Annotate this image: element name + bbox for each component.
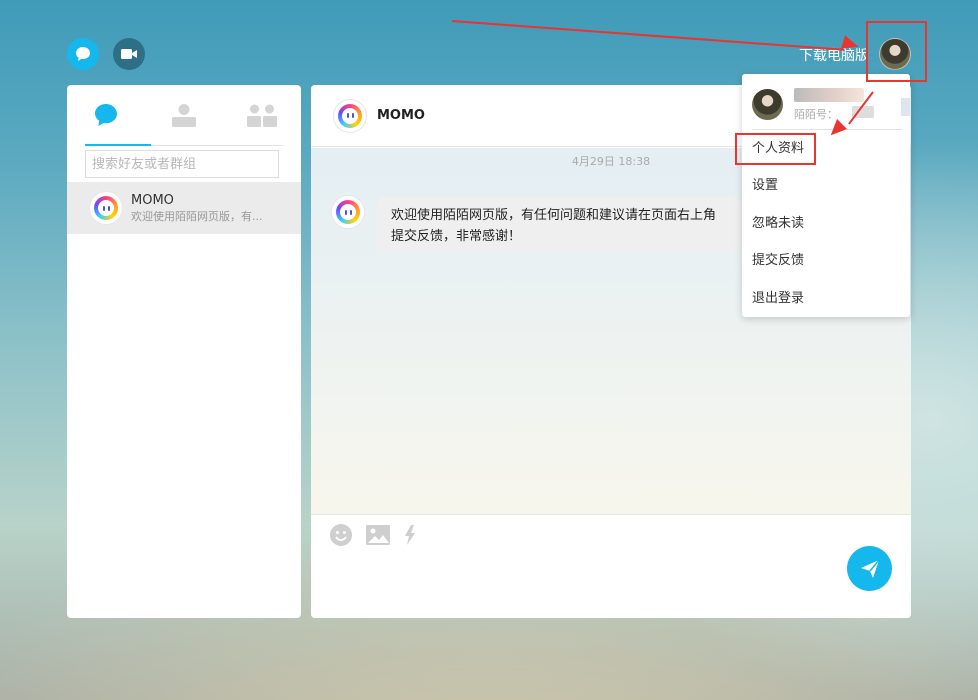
dropdown-divider — [752, 129, 902, 130]
send-button[interactable] — [847, 546, 892, 591]
user-dropdown-menu: 陌陌号： 个人资料 设置 忽略未读 提交反馈 退出登录 — [742, 74, 910, 317]
tab-active-indicator — [85, 144, 151, 146]
chat-bubble-icon — [95, 104, 117, 126]
menu-item-feedback[interactable]: 提交反馈 — [752, 251, 902, 271]
lightning-icon[interactable] — [403, 524, 417, 546]
input-toolbar — [329, 523, 417, 547]
video-mode-button[interactable] — [113, 38, 145, 70]
conversation-sidebar: MOMO 欢迎使用陌陌网页版，有... — [67, 85, 301, 618]
blurred-momo-id — [852, 106, 874, 118]
message-bubble: 欢迎使用陌陌网页版，有任何问题和建议请在页面右上角提交反馈，非常感谢！ — [377, 197, 741, 253]
menu-item-ignore-unread[interactable]: 忽略未读 — [752, 214, 902, 234]
message-input-area[interactable] — [311, 514, 911, 618]
menu-item-settings[interactable]: 设置 — [752, 176, 902, 196]
momo-logo-icon — [89, 191, 123, 225]
chat-bubble-icon — [76, 47, 90, 61]
chat-mode-button[interactable] — [67, 38, 99, 70]
tab-chats[interactable] — [67, 85, 145, 145]
user-avatar-button[interactable] — [879, 38, 911, 70]
tab-contacts[interactable] — [145, 85, 223, 145]
paper-plane-icon — [860, 559, 880, 578]
tab-groups[interactable] — [223, 85, 301, 145]
conversation-preview: 欢迎使用陌陌网页版，有... — [131, 209, 263, 223]
download-desktop-link[interactable]: 下载电脑版 — [799, 45, 867, 63]
emoji-icon[interactable] — [329, 523, 353, 547]
group-people-icon — [247, 104, 277, 127]
video-camera-icon — [121, 49, 137, 59]
chat-title: MOMO — [377, 108, 425, 123]
contact-person-icon — [172, 104, 196, 127]
dropdown-avatar — [752, 89, 783, 120]
annotation-arrow-line — [451, 20, 845, 51]
search-input[interactable] — [85, 150, 279, 178]
conversation-item[interactable]: MOMO 欢迎使用陌陌网页版，有... — [67, 182, 301, 234]
blurred-username — [794, 88, 864, 102]
menu-item-logout[interactable]: 退出登录 — [752, 289, 902, 309]
momo-id-label: 陌陌号： — [794, 108, 838, 121]
momo-logo-icon — [333, 98, 367, 133]
momo-logo-icon — [331, 195, 365, 229]
blurred-side-badge — [901, 98, 910, 116]
sidebar-tabs — [67, 85, 301, 145]
conversation-name: MOMO — [131, 192, 174, 208]
image-icon[interactable] — [365, 524, 391, 546]
menu-item-profile[interactable]: 个人资料 — [752, 139, 902, 159]
